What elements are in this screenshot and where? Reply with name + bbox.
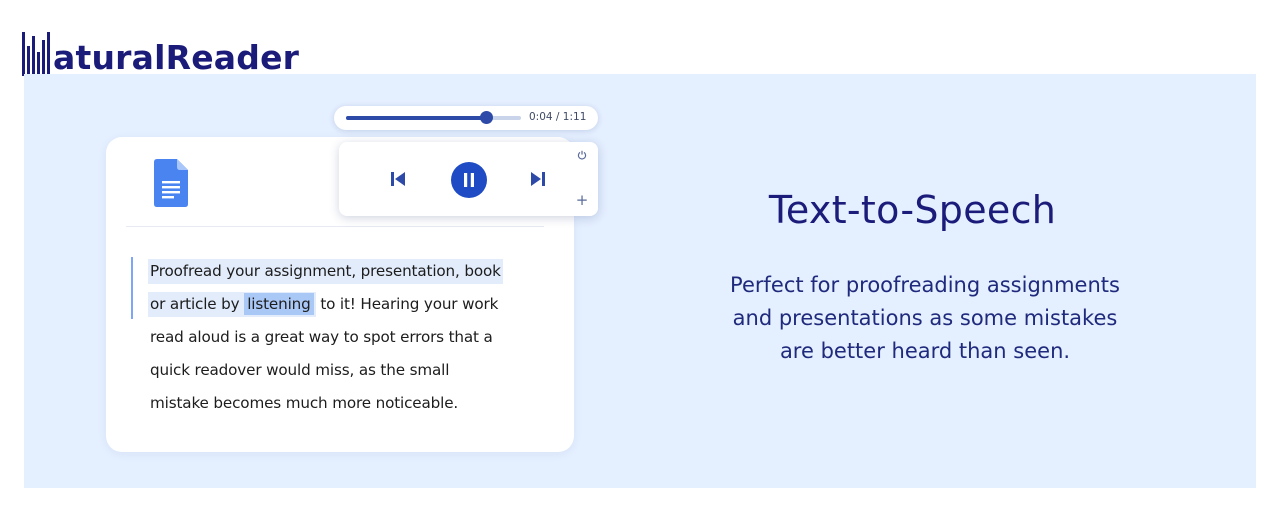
- progress-thumb[interactable]: [480, 111, 493, 124]
- progress-track[interactable]: [346, 111, 521, 124]
- pause-icon: [464, 173, 474, 187]
- playback-progress-bar[interactable]: 0:04 / 1:11: [334, 106, 598, 130]
- player-controls: +: [339, 142, 598, 216]
- naturalreader-logo[interactable]: aturalReader: [22, 30, 299, 76]
- power-icon: [577, 150, 587, 160]
- skip-next-icon: [531, 172, 545, 186]
- reading-indicator-bar: [131, 257, 133, 319]
- highlighted-sentence: or article by listening: [148, 292, 316, 317]
- next-button[interactable]: [527, 168, 549, 190]
- document-line: mistake becomes much more noticeable.: [150, 394, 459, 412]
- progress-fill: [346, 116, 486, 120]
- highlighted-sentence: Proofread your assignment, presentation,…: [148, 259, 503, 284]
- document-line: quick readover would miss, as the small: [150, 361, 450, 379]
- document-line: Proofread your assignment, presentation,…: [148, 255, 540, 288]
- description-line: Perfect for proofreading assignments: [730, 273, 1120, 297]
- sentence-text: or article by: [150, 295, 240, 313]
- google-docs-icon: [154, 159, 188, 207]
- skip-previous-icon: [391, 172, 405, 186]
- add-button[interactable]: +: [575, 193, 589, 208]
- description-line: are better heard than seen.: [779, 339, 1071, 363]
- feature-description: Perfect for proofreading assignments and…: [640, 269, 1210, 368]
- pause-button[interactable]: [451, 162, 487, 198]
- previous-button[interactable]: [387, 168, 409, 190]
- feature-title: Text-to-Speech: [768, 188, 1057, 232]
- description-line: and presentations as some mistakes: [732, 306, 1118, 330]
- current-word-highlight: listening: [244, 293, 314, 315]
- document-line: read aloud is a great way to spot errors…: [150, 328, 493, 346]
- document-divider: [126, 226, 544, 227]
- logo-mark-icon: [22, 32, 50, 76]
- power-button[interactable]: [575, 148, 589, 162]
- document-line: or article by listening to it! Hearing y…: [148, 288, 540, 321]
- sentence-text: to it! Hearing your work: [320, 295, 499, 313]
- time-label: 0:04 / 1:11: [529, 111, 587, 123]
- document-text: Proofread your assignment, presentation,…: [148, 255, 540, 420]
- logo-text: aturalReader: [53, 38, 300, 77]
